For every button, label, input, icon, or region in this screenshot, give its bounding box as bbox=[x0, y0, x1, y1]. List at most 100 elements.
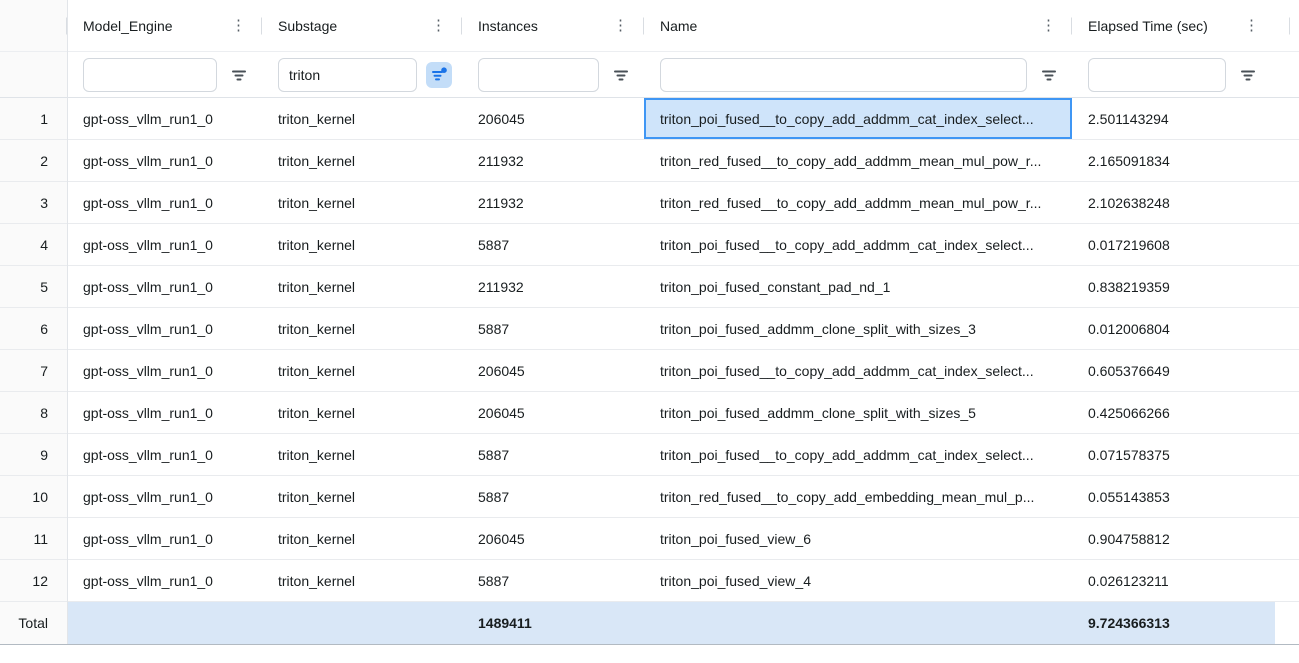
cell-model-engine[interactable]: gpt-oss_vllm_run1_0 bbox=[67, 434, 262, 475]
filter-cell-model-engine bbox=[67, 52, 262, 97]
cell-instances[interactable]: 206045 bbox=[462, 392, 644, 433]
cell-model-engine[interactable]: gpt-oss_vllm_run1_0 bbox=[67, 182, 262, 223]
cell-substage[interactable]: triton_kernel bbox=[262, 98, 462, 139]
table-row: 10 gpt-oss_vllm_run1_0 triton_kernel 588… bbox=[0, 476, 1299, 518]
cell-name[interactable]: triton_poi_fused__to_copy_add_addmm_cat_… bbox=[644, 98, 1072, 139]
filter-cell-name bbox=[644, 52, 1072, 97]
cell-name[interactable]: triton_red_fused__to_copy_add_addmm_mean… bbox=[644, 140, 1072, 181]
column-header-label: Model_Engine bbox=[83, 18, 225, 34]
table-row: 6 gpt-oss_vllm_run1_0 triton_kernel 5887… bbox=[0, 308, 1299, 350]
cell-model-engine[interactable]: gpt-oss_vllm_run1_0 bbox=[67, 224, 262, 265]
cell-instances[interactable]: 206045 bbox=[462, 98, 644, 139]
cell-name[interactable]: triton_poi_fused_addmm_clone_split_with_… bbox=[644, 392, 1072, 433]
column-header-name[interactable]: Name ⋮ bbox=[644, 0, 1072, 51]
filter-input-model-engine[interactable] bbox=[83, 58, 217, 92]
column-header-elapsed-time[interactable]: Elapsed Time (sec) ⋮ bbox=[1072, 0, 1299, 51]
column-menu-icon[interactable]: ⋮ bbox=[425, 18, 452, 33]
cell-model-engine[interactable]: gpt-oss_vllm_run1_0 bbox=[67, 98, 262, 139]
total-content: 1489411 9.724366313 bbox=[67, 602, 1275, 644]
cell-substage[interactable]: triton_kernel bbox=[262, 224, 462, 265]
cell-elapsed-time[interactable]: 0.425066266 bbox=[1072, 392, 1299, 433]
cell-model-engine[interactable]: gpt-oss_vllm_run1_0 bbox=[67, 140, 262, 181]
cell-instances[interactable]: 211932 bbox=[462, 140, 644, 181]
cell-instances[interactable]: 5887 bbox=[462, 224, 644, 265]
cell-instances[interactable]: 5887 bbox=[462, 434, 644, 475]
cell-model-engine[interactable]: gpt-oss_vllm_run1_0 bbox=[67, 518, 262, 559]
cell-substage[interactable]: triton_kernel bbox=[262, 560, 462, 601]
cell-name[interactable]: triton_poi_fused_addmm_clone_split_with_… bbox=[644, 308, 1072, 349]
filter-funnel-button[interactable] bbox=[226, 62, 252, 88]
cell-name[interactable]: triton_poi_fused__to_copy_add_addmm_cat_… bbox=[644, 224, 1072, 265]
pinned-column-divider bbox=[67, 0, 68, 644]
filter-funnel-button[interactable] bbox=[608, 62, 634, 88]
cell-elapsed-time[interactable]: 0.605376649 bbox=[1072, 350, 1299, 391]
cell-instances[interactable]: 206045 bbox=[462, 518, 644, 559]
column-header-substage[interactable]: Substage ⋮ bbox=[262, 0, 462, 51]
cell-name[interactable]: triton_poi_fused_view_6 bbox=[644, 518, 1072, 559]
cell-elapsed-time[interactable]: 2.165091834 bbox=[1072, 140, 1299, 181]
column-header-model-engine[interactable]: Model_Engine ⋮ bbox=[67, 0, 262, 51]
cell-substage[interactable]: triton_kernel bbox=[262, 518, 462, 559]
cell-model-engine[interactable]: gpt-oss_vllm_run1_0 bbox=[67, 560, 262, 601]
table-row: 3 gpt-oss_vllm_run1_0 triton_kernel 2119… bbox=[0, 182, 1299, 224]
cell-name[interactable]: triton_poi_fused_view_4 bbox=[644, 560, 1072, 601]
cell-substage[interactable]: triton_kernel bbox=[262, 392, 462, 433]
cell-name[interactable]: triton_poi_fused__to_copy_add_addmm_cat_… bbox=[644, 350, 1072, 391]
column-header-label: Substage bbox=[278, 18, 425, 34]
cell-model-engine[interactable]: gpt-oss_vllm_run1_0 bbox=[67, 266, 262, 307]
column-header-instances[interactable]: Instances ⋮ bbox=[462, 0, 644, 51]
table-row: 5 gpt-oss_vllm_run1_0 triton_kernel 2119… bbox=[0, 266, 1299, 308]
table-row: 12 gpt-oss_vllm_run1_0 triton_kernel 588… bbox=[0, 560, 1299, 602]
cell-instances[interactable]: 211932 bbox=[462, 266, 644, 307]
cell-name[interactable]: triton_poi_fused__to_copy_add_addmm_cat_… bbox=[644, 434, 1072, 475]
column-menu-icon[interactable]: ⋮ bbox=[225, 18, 252, 33]
cell-model-engine[interactable]: gpt-oss_vllm_run1_0 bbox=[67, 476, 262, 517]
cell-elapsed-time[interactable]: 0.071578375 bbox=[1072, 434, 1299, 475]
cell-model-engine[interactable]: gpt-oss_vllm_run1_0 bbox=[67, 392, 262, 433]
filter-row bbox=[0, 52, 1299, 98]
cell-elapsed-time[interactable]: 0.055143853 bbox=[1072, 476, 1299, 517]
cell-substage[interactable]: triton_kernel bbox=[262, 182, 462, 223]
row-index: 7 bbox=[0, 350, 67, 391]
filter-funnel-button[interactable] bbox=[1235, 62, 1261, 88]
cell-name[interactable]: triton_red_fused__to_copy_add_embedding_… bbox=[644, 476, 1072, 517]
filter-funnel-button-active[interactable] bbox=[426, 62, 452, 88]
cell-instances[interactable]: 206045 bbox=[462, 350, 644, 391]
cell-name[interactable]: triton_poi_fused_constant_pad_nd_1 bbox=[644, 266, 1072, 307]
filter-input-substage[interactable] bbox=[278, 58, 417, 92]
cell-elapsed-time[interactable]: 2.501143294 bbox=[1072, 98, 1299, 139]
filter-funnel-button[interactable] bbox=[1036, 62, 1062, 88]
column-menu-icon[interactable]: ⋮ bbox=[1238, 18, 1265, 33]
cell-substage[interactable]: triton_kernel bbox=[262, 434, 462, 475]
cell-name[interactable]: triton_red_fused__to_copy_add_addmm_mean… bbox=[644, 182, 1072, 223]
cell-model-engine[interactable]: gpt-oss_vllm_run1_0 bbox=[67, 350, 262, 391]
cell-elapsed-time[interactable]: 0.838219359 bbox=[1072, 266, 1299, 307]
cell-substage[interactable]: triton_kernel bbox=[262, 266, 462, 307]
cell-instances[interactable]: 5887 bbox=[462, 308, 644, 349]
cell-instances[interactable]: 211932 bbox=[462, 182, 644, 223]
table-body: 1 gpt-oss_vllm_run1_0 triton_kernel 2060… bbox=[0, 98, 1299, 602]
cell-substage[interactable]: triton_kernel bbox=[262, 308, 462, 349]
cell-instances[interactable]: 5887 bbox=[462, 560, 644, 601]
filter-input-instances[interactable] bbox=[478, 58, 599, 92]
filter-input-elapsed-time[interactable] bbox=[1088, 58, 1226, 92]
cell-substage[interactable]: triton_kernel bbox=[262, 350, 462, 391]
cell-substage[interactable]: triton_kernel bbox=[262, 140, 462, 181]
column-menu-icon[interactable]: ⋮ bbox=[607, 18, 634, 33]
filter-funnel-icon-active bbox=[431, 67, 447, 83]
total-row: Total 1489411 9.724366313 bbox=[0, 602, 1299, 645]
filter-input-name[interactable] bbox=[660, 58, 1027, 92]
row-index: 8 bbox=[0, 392, 67, 433]
cell-model-engine[interactable]: gpt-oss_vllm_run1_0 bbox=[67, 308, 262, 349]
cell-substage[interactable]: triton_kernel bbox=[262, 476, 462, 517]
column-menu-icon[interactable]: ⋮ bbox=[1035, 18, 1062, 33]
filter-funnel-icon bbox=[1240, 67, 1256, 83]
cell-elapsed-time[interactable]: 0.017219608 bbox=[1072, 224, 1299, 265]
cell-elapsed-time[interactable]: 2.102638248 bbox=[1072, 182, 1299, 223]
row-index: 2 bbox=[0, 140, 67, 181]
cell-elapsed-time[interactable]: 0.904758812 bbox=[1072, 518, 1299, 559]
cell-elapsed-time[interactable]: 0.026123211 bbox=[1072, 560, 1299, 601]
cell-elapsed-time[interactable]: 0.012006804 bbox=[1072, 308, 1299, 349]
row-index: 1 bbox=[0, 98, 67, 139]
cell-instances[interactable]: 5887 bbox=[462, 476, 644, 517]
